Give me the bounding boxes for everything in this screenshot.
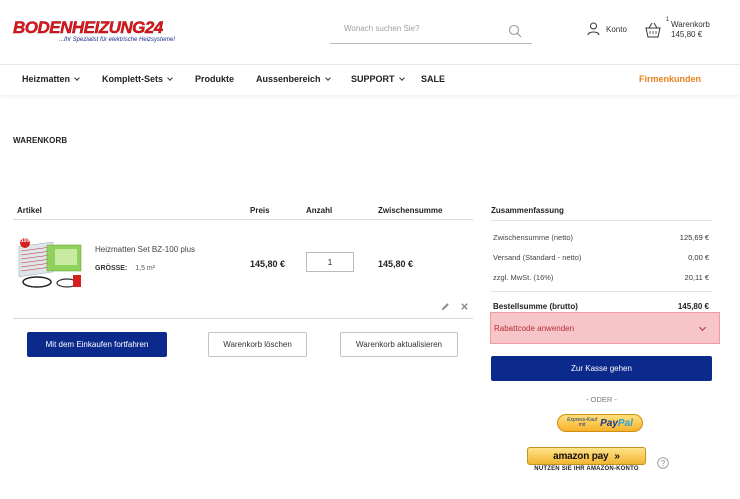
nav-item-label: SUPPORT (351, 74, 395, 84)
cart-icon-wrap: 1 (643, 17, 669, 42)
logo-text: BODENHEIZUNG24 (13, 18, 164, 37)
chevron-down-icon (74, 74, 80, 81)
summary-title: Zusammenfassung (491, 206, 564, 215)
chevron-down-icon (698, 323, 707, 332)
option-value: 1,5 m² (135, 265, 156, 272)
mini-cart[interactable]: 1 Warenkorb 145,80 € (643, 17, 710, 42)
logo-tagline: ...Ihr Spezialist für elektrische Heizsy… (59, 37, 176, 43)
nav-item-heizmatten[interactable]: Heizmatten (22, 74, 80, 84)
product-name[interactable]: Heizmatten Set BZ-100 plus (95, 245, 195, 254)
amazon-pay-subtext: NUTZEN SIE IHR AMAZON-KONTO (534, 466, 639, 472)
product-option: GRÖSSE: 1,5 m² (95, 265, 155, 272)
paypal-logo-part-b: Pal (617, 417, 633, 429)
search-bar (330, 18, 532, 44)
product-image[interactable] (17, 237, 83, 291)
nav-item-label: Aussenbereich (256, 74, 321, 84)
option-label: GRÖSSE: (95, 265, 128, 272)
summary-row-label: Zwischensumme (netto) (493, 233, 574, 242)
close-icon[interactable] (460, 302, 469, 311)
item-price: 145,80 € (250, 259, 286, 269)
nav-item-produkte[interactable]: Produkte (195, 74, 234, 84)
summary-divider (491, 220, 712, 221)
nav-item-label: Komplett-Sets (102, 74, 164, 84)
column-header-artikel: Artikel (17, 206, 42, 215)
paypal-logo-part-a: Pay (600, 417, 618, 429)
summary-row-value: 125,69 € (679, 233, 709, 242)
table-row-divider (13, 318, 473, 319)
item-subtotal: 145,80 € (378, 259, 414, 269)
order-total-label: Bestellsumme (brutto) (493, 302, 578, 311)
column-header-zwischensumme: Zwischensumme (378, 206, 443, 215)
clear-cart-button[interactable]: Warenkorb löschen (208, 332, 307, 357)
column-header-preis: Preis (250, 206, 270, 215)
continue-shopping-button[interactable]: Mit dem Einkaufen fortfahren (27, 332, 167, 357)
site-logo[interactable]: BODENHEIZUNG24 ...Ihr Spezialist für ele… (13, 19, 175, 45)
search-input[interactable] (344, 24, 504, 33)
column-header-anzahl: Anzahl (306, 206, 333, 215)
nav-item-sale[interactable]: SALE (421, 74, 445, 84)
nav-item-aussenbereich[interactable]: Aussenbereich (256, 74, 331, 84)
chevron-down-icon (398, 74, 405, 81)
quantity-input[interactable] (306, 252, 354, 272)
paypal-logo: PayPal (600, 418, 633, 429)
checkout-button[interactable]: Zur Kasse gehen (491, 356, 712, 381)
nav-item-support[interactable]: SUPPORT (351, 74, 405, 84)
basket-icon (645, 22, 661, 38)
chevron-down-icon (167, 74, 173, 81)
coupon-label: Rabattcode anwenden (494, 323, 575, 333)
cart-count-badge: 1 (665, 17, 669, 23)
help-icon[interactable] (657, 457, 669, 469)
search-icon[interactable] (508, 24, 522, 38)
cart-label: Warenkorb (671, 20, 710, 29)
paypal-express-text: Express-Kauf mit (567, 418, 597, 428)
user-icon (587, 22, 600, 36)
nav-item-label: Heizmatten (22, 74, 71, 84)
amazon-pay-button[interactable]: amazon pay » (527, 447, 646, 465)
site-header: BODENHEIZUNG24 ...Ihr Spezialist für ele… (0, 0, 740, 64)
amazon-pay-logo: amazon pay (553, 450, 609, 462)
pencil-icon[interactable] (441, 302, 450, 311)
nav-item-label: Produkte (195, 74, 235, 84)
paypal-mit-label: mit (578, 422, 586, 428)
main-navigation: Heizmatten Komplett-Sets Produkte Aussen… (0, 64, 740, 95)
summary-row-value: 0,00 € (688, 253, 709, 262)
cart-summary: Warenkorb 145,80 € (671, 20, 710, 40)
product-badge: 100 (20, 238, 30, 244)
table-header-divider (13, 219, 473, 220)
double-chevron-right-icon: » (614, 450, 620, 462)
summary-row-label: Versand (Standard - netto) (493, 253, 582, 262)
update-cart-button[interactable]: Warenkorb aktualisieren (340, 332, 458, 357)
summary-row-label: zzgl. MwSt. (16%) (493, 273, 554, 282)
account-link[interactable]: Konto (587, 22, 627, 36)
paypal-express-button[interactable]: Express-Kauf mit PayPal (557, 414, 643, 432)
nav-item-komplett-sets[interactable]: Komplett-Sets (102, 74, 173, 84)
or-divider: - ODER - (586, 395, 617, 404)
account-label: Konto (606, 24, 627, 34)
summary-divider (491, 291, 712, 292)
coupon-toggle[interactable]: Rabattcode anwenden (490, 312, 720, 344)
nav-item-label: SALE (421, 74, 446, 84)
page-title: WARENKORB (13, 136, 68, 145)
summary-row-value: 20,11 € (684, 273, 709, 282)
nav-item-firmenkunden[interactable]: Firmenkunden (639, 74, 701, 84)
order-total-value: 145,80 € (677, 302, 709, 311)
cart-total: 145,80 € (671, 30, 703, 39)
chevron-down-icon (324, 74, 331, 81)
